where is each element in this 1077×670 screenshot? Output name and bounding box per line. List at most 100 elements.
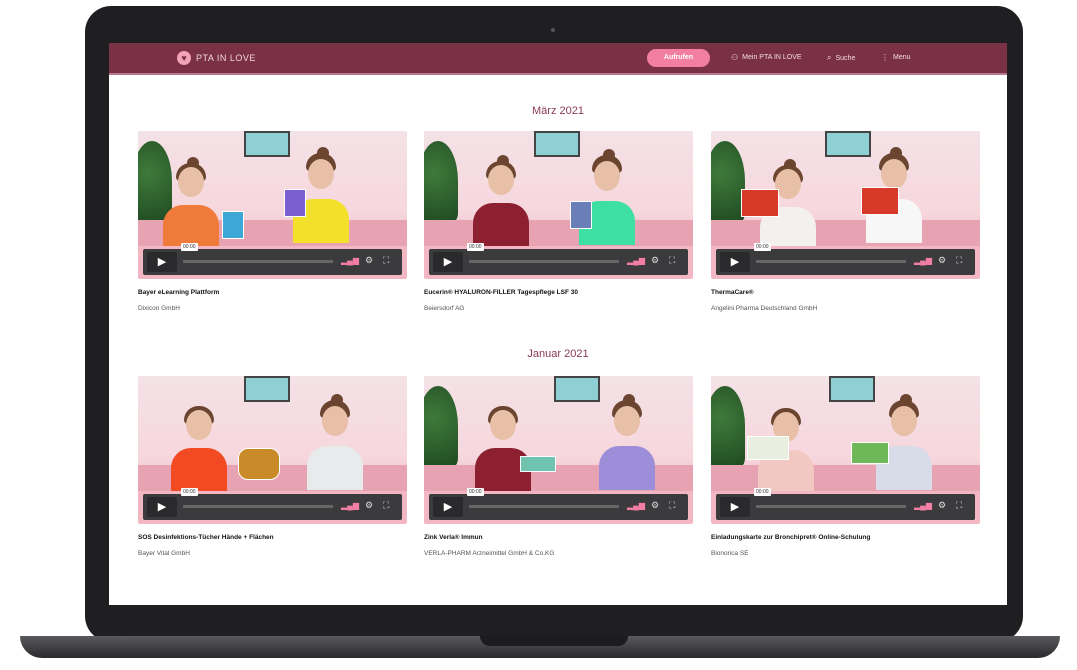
plant <box>424 141 458 221</box>
sofa <box>711 220 980 246</box>
play-button[interactable]: ▶ <box>720 252 750 272</box>
video-player[interactable]: ▶ 00:00 ▂▄▆ ⚙ ⛶ <box>424 376 693 524</box>
gear-icon[interactable]: ⚙ <box>938 255 946 266</box>
video-title[interactable]: ThermaCare® <box>711 289 980 296</box>
progress-bar[interactable] <box>756 260 906 263</box>
progress-bar[interactable] <box>756 505 906 508</box>
video-player[interactable]: ▶ 00:00 ▂▄▆ ⚙ ⛶ <box>138 376 407 524</box>
sofa <box>424 220 693 246</box>
play-button[interactable]: ▶ <box>433 497 463 517</box>
plant <box>711 386 745 466</box>
video-company: VERLA-PHARM Arzneimittel GmbH & Co.KG <box>424 550 555 557</box>
volume-icon[interactable]: ▂▄▆ <box>914 256 932 265</box>
gear-icon[interactable]: ⚙ <box>938 500 946 511</box>
browser-screen: ♥ PTA IN LOVE Aufrufen ⚇ Mein PTA IN LOV… <box>109 43 1007 605</box>
video-title[interactable]: Bayer eLearning Plattform <box>138 289 407 296</box>
plant <box>138 141 172 221</box>
volume-icon[interactable]: ▂▄▆ <box>914 501 932 510</box>
video-controls: ▶ 00:00 ▂▄▆ ⚙ ⛶ <box>716 243 975 275</box>
nav-item-search[interactable]: ⌕ Suche <box>827 53 855 63</box>
gear-icon[interactable]: ⚙ <box>651 255 659 266</box>
video-thumbnail[interactable] <box>711 376 980 491</box>
face <box>308 159 334 189</box>
video-controls: ▶ 00:00 ▂▄▆ ⚙ ⛶ <box>143 243 402 275</box>
video-player[interactable]: ▶ 00:00 ▂▄▆ ⚙ ⛶ <box>424 131 693 279</box>
progress-bar[interactable] <box>469 505 619 508</box>
nav-item-label: Suche <box>835 54 856 62</box>
video-player[interactable]: ▶ 00:00 ▂▄▆ ⚙ ⛶ <box>138 131 407 279</box>
sofa <box>711 465 980 491</box>
logo-text: PTA IN LOVE <box>196 53 256 63</box>
face <box>594 161 620 191</box>
face <box>322 406 348 436</box>
cushion <box>238 448 280 480</box>
heart-icon: ♥ <box>177 51 191 65</box>
video-thumbnail[interactable] <box>711 131 980 246</box>
play-button[interactable]: ▶ <box>720 497 750 517</box>
play-button[interactable]: ▶ <box>147 497 177 517</box>
logo[interactable]: ♥ PTA IN LOVE <box>177 51 256 65</box>
volume-icon[interactable]: ▂▄▆ <box>627 501 645 510</box>
fullscreen-icon[interactable]: ⛶ <box>956 255 962 266</box>
gear-icon[interactable]: ⚙ <box>365 255 373 266</box>
plant <box>424 386 458 466</box>
user-icon: ⚇ <box>731 53 739 62</box>
video-company: Bayer Vital GmbH <box>138 550 190 557</box>
nav-item-account[interactable]: ⚇ Mein PTA IN LOVE <box>731 53 802 62</box>
fullscreen-icon[interactable]: ⛶ <box>383 255 389 266</box>
video-player[interactable]: ▶ 00:00 ▂▄▆ ⚙ ⛶ <box>711 376 980 524</box>
video-title[interactable]: Eucerin® HYALURON-FILLER Tagespflege LSF… <box>424 289 693 296</box>
video-title[interactable]: Einladungskarte zur Bronchipret® Online-… <box>711 534 980 541</box>
gear-icon[interactable]: ⚙ <box>651 500 659 511</box>
fullscreen-icon[interactable]: ⛶ <box>383 500 389 511</box>
video-thumbnail[interactable] <box>138 376 407 491</box>
face <box>881 159 907 189</box>
face <box>186 410 212 440</box>
search-icon: ⌕ <box>827 53 832 62</box>
wall-art <box>825 131 871 157</box>
video-controls: ▶ 00:00 ▂▄▆ ⚙ ⛶ <box>429 243 688 275</box>
video-title[interactable]: Zink Verla® Immun <box>424 534 693 541</box>
video-thumbnail[interactable] <box>138 131 407 246</box>
laptop-notch <box>480 636 628 646</box>
torso <box>599 446 655 490</box>
video-title[interactable]: SOS Desinfektions-Tücher Hände + Flächen <box>138 534 407 541</box>
time-display: 00:00 <box>181 488 198 496</box>
video-company: Beiersdorf AG <box>424 305 465 312</box>
invitation-card <box>747 436 789 460</box>
menu-icon: ⋮ <box>881 53 889 62</box>
invitation-card <box>851 442 889 464</box>
volume-icon[interactable]: ▂▄▆ <box>627 256 645 265</box>
product-box <box>520 456 556 472</box>
product-box <box>222 211 244 239</box>
fullscreen-icon[interactable]: ⛶ <box>669 255 675 266</box>
fullscreen-icon[interactable]: ⛶ <box>956 500 962 511</box>
nav-divider <box>109 73 1007 75</box>
wall-art <box>534 131 580 157</box>
nav-item-menu[interactable]: ⋮ Menu <box>881 53 911 62</box>
wall-art <box>829 376 875 402</box>
gear-icon[interactable]: ⚙ <box>365 500 373 511</box>
video-player[interactable]: ▶ 00:00 ▂▄▆ ⚙ ⛶ <box>711 131 980 279</box>
product-box <box>284 189 306 217</box>
play-button[interactable]: ▶ <box>147 252 177 272</box>
torso <box>163 205 219 246</box>
volume-icon[interactable]: ▂▄▆ <box>341 256 359 265</box>
progress-bar[interactable] <box>183 260 333 263</box>
video-thumbnail[interactable] <box>424 376 693 491</box>
video-controls: ▶ 00:00 ▂▄▆ ⚙ ⛶ <box>429 488 688 520</box>
cta-button[interactable]: Aufrufen <box>647 49 710 67</box>
progress-bar[interactable] <box>183 505 333 508</box>
volume-icon[interactable]: ▂▄▆ <box>341 501 359 510</box>
video-thumbnail[interactable] <box>424 131 693 246</box>
video-company: Angelini Pharma Deutschland GmbH <box>711 305 818 312</box>
play-button[interactable]: ▶ <box>433 252 463 272</box>
time-display: 00:00 <box>467 243 484 251</box>
time-display: 00:00 <box>467 488 484 496</box>
video-controls: ▶ 00:00 ▂▄▆ ⚙ ⛶ <box>716 488 975 520</box>
camera <box>551 28 555 32</box>
fullscreen-icon[interactable]: ⛶ <box>669 500 675 511</box>
video-controls: ▶ 00:00 ▂▄▆ ⚙ ⛶ <box>143 488 402 520</box>
progress-bar[interactable] <box>469 260 619 263</box>
wall-art <box>244 376 290 402</box>
